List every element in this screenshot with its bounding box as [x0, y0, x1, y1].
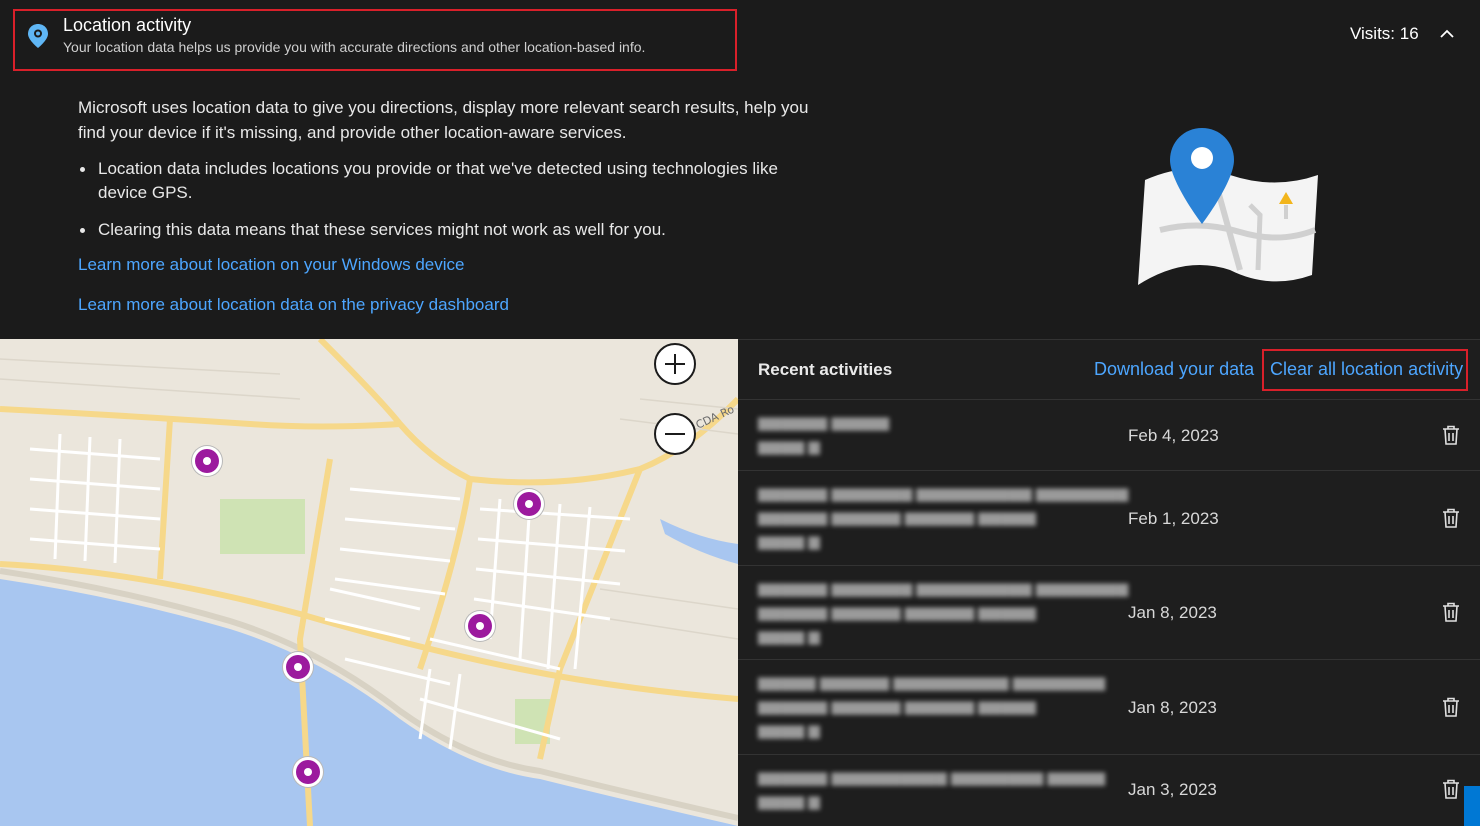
activity-date: Feb 1, 2023	[1128, 509, 1219, 528]
location-activity-header[interactable]: Location activity Your location data hel…	[0, 0, 1480, 80]
chevron-up-icon[interactable]	[1438, 26, 1456, 40]
header-title: Location activity	[63, 15, 192, 35]
activity-row[interactable]: ▆▆▆▆▆▆ ▆▆▆▆▆▆▆ ▆▆▆▆▆▆▆▆▆▆ ▆▆▆▆▆▆▆▆ ▆▆▆▆▆▆…	[738, 470, 1480, 565]
header-subtitle: Your location data helps us provide you …	[63, 39, 646, 55]
bullet-item: Location data includes locations you pro…	[78, 157, 818, 205]
activity-date: Jan 8, 2023	[1128, 698, 1217, 717]
location-pin-icon	[28, 24, 48, 48]
map-location-pin[interactable]	[192, 446, 222, 476]
learn-more-privacy-link[interactable]: Learn more about location data on the pr…	[78, 295, 509, 315]
activity-date: Jan 3, 2023	[1128, 780, 1217, 799]
activity-address-blurred: ▆▆▆▆▆▆ ▆▆▆▆▆ ▆▆▆▆ ▆	[758, 414, 890, 455]
description-bullets: Location data includes locations you pro…	[78, 157, 818, 255]
location-map[interactable]: CDA Ro	[0, 339, 738, 826]
activity-row[interactable]: ▆▆▆▆▆ ▆▆▆▆▆▆ ▆▆▆▆▆▆▆▆▆▆ ▆▆▆▆▆▆▆▆ ▆▆▆▆▆▆ ▆…	[738, 659, 1480, 754]
activity-row[interactable]: ▆▆▆▆▆▆ ▆▆▆▆▆▆▆ ▆▆▆▆▆▆▆▆▆▆ ▆▆▆▆▆▆▆▆ ▆▆▆▆▆▆…	[738, 565, 1480, 659]
activity-address-blurred: ▆▆▆▆▆▆ ▆▆▆▆▆▆▆ ▆▆▆▆▆▆▆▆▆▆ ▆▆▆▆▆▆▆▆ ▆▆▆▆▆▆…	[758, 485, 1129, 550]
map-location-pin[interactable]	[465, 611, 495, 641]
trash-icon[interactable]	[1441, 601, 1461, 623]
trash-icon[interactable]	[1441, 507, 1461, 529]
recent-activities-panel: Recent activities Download your data Cle…	[738, 339, 1480, 826]
recent-activities-title: Recent activities	[758, 360, 893, 379]
visits-count: Visits: 16	[1350, 24, 1419, 43]
activity-address-blurred: ▆▆▆▆▆▆ ▆▆▆▆▆▆▆▆▆▆ ▆▆▆▆▆▆▆▆ ▆▆▆▆▆ ▆▆▆▆ ▆	[758, 769, 1106, 810]
zoom-in-button[interactable]	[654, 343, 696, 385]
activity-row[interactable]: ▆▆▆▆▆▆ ▆▆▆▆▆ ▆▆▆▆ ▆ Feb 4, 2023	[738, 399, 1480, 470]
map-location-pin[interactable]	[514, 489, 544, 519]
download-data-link[interactable]: Download your data	[1094, 359, 1254, 380]
activity-date: Jan 8, 2023	[1128, 603, 1217, 622]
map-location-pin[interactable]	[283, 652, 313, 682]
clear-all-location-activity-link[interactable]: Clear all location activity	[1270, 359, 1463, 380]
activity-date: Feb 4, 2023	[1128, 426, 1219, 445]
learn-more-windows-link[interactable]: Learn more about location on your Window…	[78, 255, 465, 275]
activity-address-blurred: ▆▆▆▆▆ ▆▆▆▆▆▆ ▆▆▆▆▆▆▆▆▆▆ ▆▆▆▆▆▆▆▆ ▆▆▆▆▆▆ ▆…	[758, 674, 1106, 739]
zoom-out-button[interactable]	[654, 413, 696, 455]
location-description: Microsoft uses location data to give you…	[78, 98, 809, 142]
trash-icon[interactable]	[1441, 424, 1461, 446]
trash-icon[interactable]	[1441, 696, 1461, 718]
trash-icon[interactable]	[1441, 778, 1461, 800]
map-location-pin[interactable]	[293, 757, 323, 787]
activity-row[interactable]: ▆▆▆▆▆▆ ▆▆▆▆▆▆▆▆▆▆ ▆▆▆▆▆▆▆▆ ▆▆▆▆▆ ▆▆▆▆ ▆ J…	[738, 754, 1480, 826]
activity-address-blurred: ▆▆▆▆▆▆ ▆▆▆▆▆▆▆ ▆▆▆▆▆▆▆▆▆▆ ▆▆▆▆▆▆▆▆ ▆▆▆▆▆▆…	[758, 580, 1129, 645]
bullet-item: Clearing this data means that these serv…	[78, 218, 818, 242]
map-illustration-icon	[1138, 128, 1318, 285]
map-canvas: CDA Ro	[0, 339, 738, 826]
scrollbar-thumb[interactable]	[1464, 786, 1480, 826]
